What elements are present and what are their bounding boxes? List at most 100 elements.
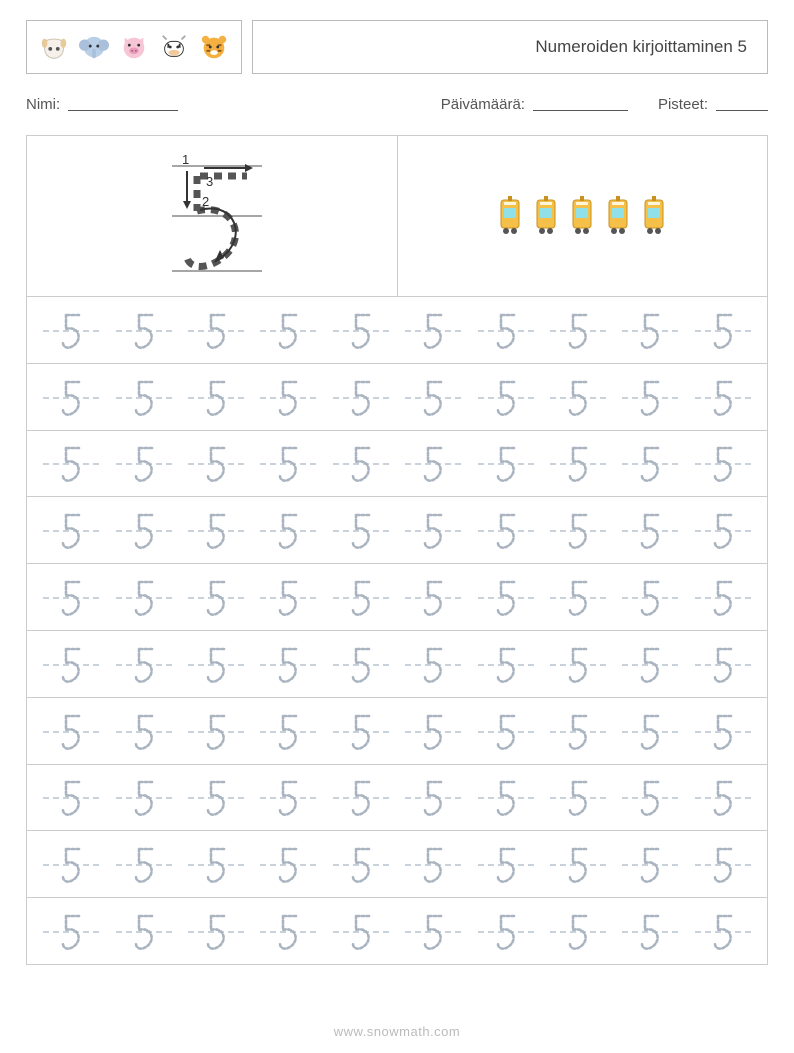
trace-char[interactable] xyxy=(405,576,461,618)
trace-char[interactable] xyxy=(260,376,316,418)
trace-char[interactable] xyxy=(260,509,316,551)
trace-char[interactable] xyxy=(333,509,389,551)
trace-char[interactable] xyxy=(333,910,389,952)
trace-char[interactable] xyxy=(405,309,461,351)
name-blank[interactable] xyxy=(68,96,178,111)
trace-char[interactable] xyxy=(333,710,389,752)
trace-char[interactable] xyxy=(116,776,172,818)
trace-char[interactable] xyxy=(116,509,172,551)
trace-char[interactable] xyxy=(188,576,244,618)
trace-char[interactable] xyxy=(622,910,678,952)
trace-char[interactable] xyxy=(622,309,678,351)
trace-char[interactable] xyxy=(260,309,316,351)
trace-char[interactable] xyxy=(260,643,316,685)
trace-char[interactable] xyxy=(188,843,244,885)
trace-char[interactable] xyxy=(116,843,172,885)
trace-char[interactable] xyxy=(43,576,99,618)
trace-char[interactable] xyxy=(333,776,389,818)
trace-char[interactable] xyxy=(405,509,461,551)
trace-char[interactable] xyxy=(478,776,534,818)
trace-char[interactable] xyxy=(260,576,316,618)
trace-char[interactable] xyxy=(550,509,606,551)
trace-char[interactable] xyxy=(622,643,678,685)
trace-char[interactable] xyxy=(188,509,244,551)
trace-char[interactable] xyxy=(43,776,99,818)
trace-char[interactable] xyxy=(116,643,172,685)
trace-char[interactable] xyxy=(405,710,461,752)
trace-char[interactable] xyxy=(43,710,99,752)
trace-char[interactable] xyxy=(188,710,244,752)
trace-char[interactable] xyxy=(333,376,389,418)
trace-char[interactable] xyxy=(116,376,172,418)
trace-char[interactable] xyxy=(550,643,606,685)
trace-char[interactable] xyxy=(550,309,606,351)
trace-char[interactable] xyxy=(405,843,461,885)
trace-char[interactable] xyxy=(188,376,244,418)
trace-char[interactable] xyxy=(405,910,461,952)
trace-char[interactable] xyxy=(622,776,678,818)
trace-char[interactable] xyxy=(116,576,172,618)
score-blank[interactable] xyxy=(716,96,768,111)
trace-char[interactable] xyxy=(405,442,461,484)
trace-char[interactable] xyxy=(550,910,606,952)
trace-char[interactable] xyxy=(478,576,534,618)
trace-char[interactable] xyxy=(478,910,534,952)
trace-char[interactable] xyxy=(188,776,244,818)
trace-char[interactable] xyxy=(260,710,316,752)
trace-char[interactable] xyxy=(116,442,172,484)
trace-char[interactable] xyxy=(260,776,316,818)
trace-char[interactable] xyxy=(333,576,389,618)
trace-char[interactable] xyxy=(695,843,751,885)
trace-char[interactable] xyxy=(695,776,751,818)
trace-char[interactable] xyxy=(43,509,99,551)
trace-char[interactable] xyxy=(550,576,606,618)
trace-char[interactable] xyxy=(116,910,172,952)
trace-char[interactable] xyxy=(622,710,678,752)
trace-char[interactable] xyxy=(550,376,606,418)
trace-char[interactable] xyxy=(478,309,534,351)
trace-char[interactable] xyxy=(695,710,751,752)
trace-char[interactable] xyxy=(622,843,678,885)
trace-char[interactable] xyxy=(260,843,316,885)
trace-char[interactable] xyxy=(550,843,606,885)
trace-char[interactable] xyxy=(550,442,606,484)
trace-char[interactable] xyxy=(333,442,389,484)
trace-char[interactable] xyxy=(333,643,389,685)
trace-char[interactable] xyxy=(333,309,389,351)
trace-char[interactable] xyxy=(622,576,678,618)
trace-char[interactable] xyxy=(478,643,534,685)
trace-char[interactable] xyxy=(188,442,244,484)
trace-char[interactable] xyxy=(478,442,534,484)
trace-char[interactable] xyxy=(478,843,534,885)
trace-char[interactable] xyxy=(622,442,678,484)
trace-char[interactable] xyxy=(695,376,751,418)
trace-char[interactable] xyxy=(622,509,678,551)
trace-char[interactable] xyxy=(695,509,751,551)
trace-char[interactable] xyxy=(478,710,534,752)
trace-char[interactable] xyxy=(260,442,316,484)
trace-char[interactable] xyxy=(43,442,99,484)
trace-char[interactable] xyxy=(43,376,99,418)
trace-char[interactable] xyxy=(333,843,389,885)
trace-char[interactable] xyxy=(695,442,751,484)
trace-char[interactable] xyxy=(695,309,751,351)
trace-char[interactable] xyxy=(622,376,678,418)
trace-char[interactable] xyxy=(116,309,172,351)
date-blank[interactable] xyxy=(533,96,628,111)
trace-char[interactable] xyxy=(43,910,99,952)
trace-char[interactable] xyxy=(116,710,172,752)
trace-char[interactable] xyxy=(43,843,99,885)
trace-char[interactable] xyxy=(405,376,461,418)
trace-char[interactable] xyxy=(550,710,606,752)
trace-char[interactable] xyxy=(188,643,244,685)
trace-char[interactable] xyxy=(478,376,534,418)
trace-char[interactable] xyxy=(43,309,99,351)
trace-char[interactable] xyxy=(188,910,244,952)
trace-char[interactable] xyxy=(695,576,751,618)
trace-char[interactable] xyxy=(188,309,244,351)
trace-char[interactable] xyxy=(478,509,534,551)
trace-char[interactable] xyxy=(405,643,461,685)
trace-char[interactable] xyxy=(260,910,316,952)
trace-char[interactable] xyxy=(405,776,461,818)
trace-char[interactable] xyxy=(43,643,99,685)
